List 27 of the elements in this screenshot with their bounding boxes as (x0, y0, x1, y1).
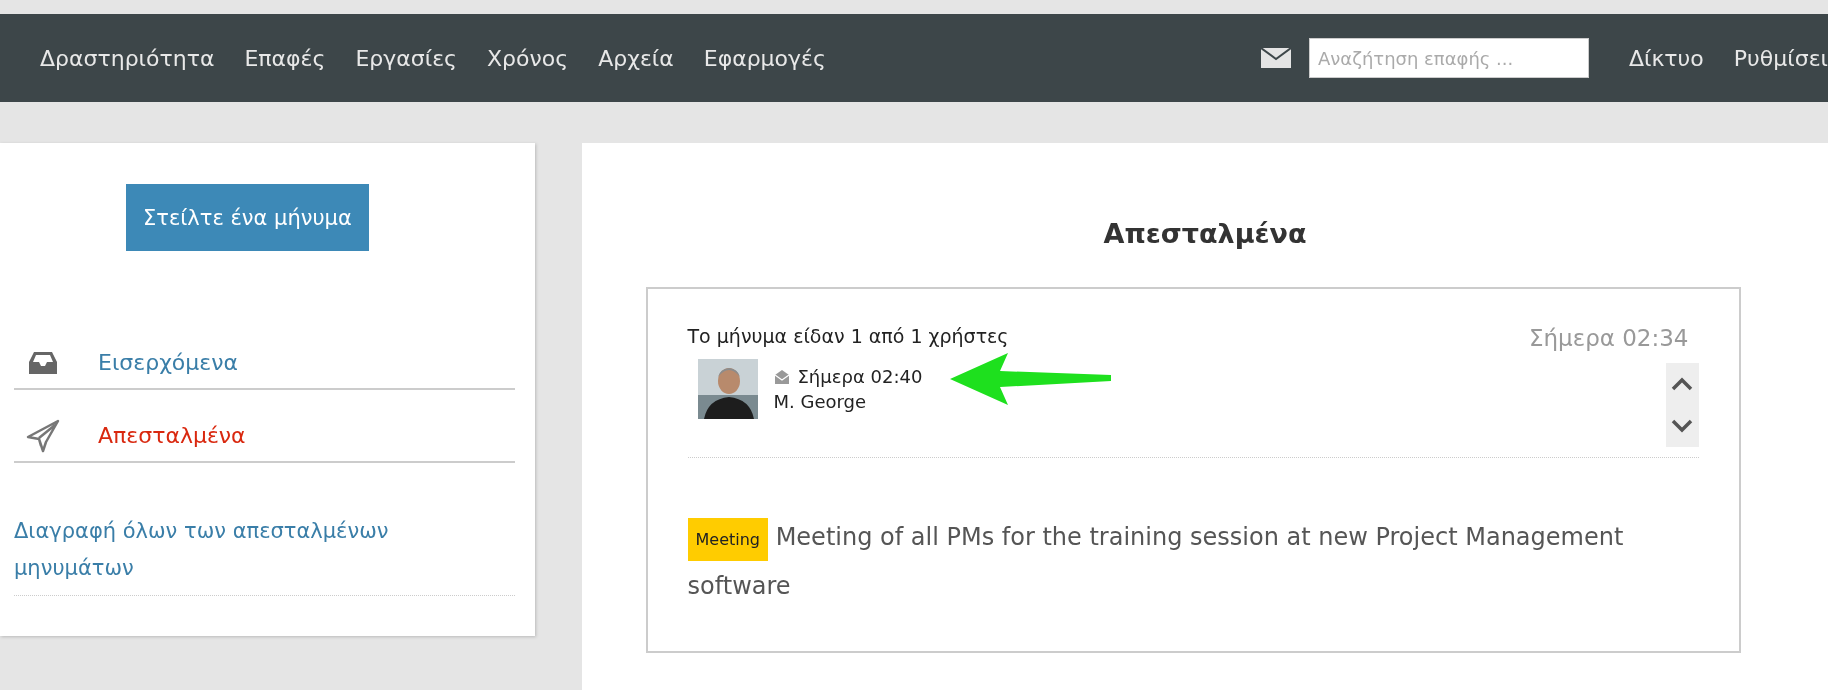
message-date: Σήμερα 02:34 (1528, 325, 1689, 351)
folder-link[interactable]: Εισερχόμενα (98, 350, 238, 375)
mail-icon[interactable] (1260, 48, 1291, 68)
read-time: Σήμερα 02:40 (797, 366, 923, 387)
folder-link[interactable]: Απεσταλμένα (98, 423, 246, 448)
opened-envelope-icon (773, 368, 790, 385)
nav-link[interactable]: Δίκτυο (1628, 45, 1704, 71)
nav-link[interactable]: Ρυθμίσει (1733, 45, 1828, 71)
nav-link[interactable]: Δραστηριότητα (40, 45, 215, 71)
inbox-tray-icon (26, 349, 60, 376)
chevron-down-icon[interactable] (1670, 418, 1694, 434)
nav-link[interactable]: Χρόνος (487, 45, 569, 71)
search-field[interactable]: Αναζήτηση επαφής ... (1308, 38, 1589, 78)
nav-link[interactable]: Εφαρμογές (703, 45, 826, 71)
send-message-button[interactable]: Στείλτε ένα μήνυμα (126, 184, 369, 251)
read-status-text: Το μήνυμα είδαν 1 από 1 χρήστες (687, 325, 1010, 347)
nav-link[interactable]: Επαφές (244, 45, 326, 71)
recipient-name: M. George (773, 391, 868, 412)
chevron-up-icon[interactable] (1670, 376, 1694, 392)
nav-link[interactable]: Αρχεία (598, 45, 674, 71)
tag-label: Meeting (687, 518, 768, 561)
nav-link[interactable]: Εργασίες (355, 45, 457, 71)
delete-all-sent-link[interactable]: Διαγραφή όλων των απεσταλμένων μηνυμάτων (14, 513, 474, 587)
message-text: Meeting Meeting of all PMs for the training session at new Project Management software (687, 514, 1699, 609)
page-title: Απεσταλμένα (1103, 218, 1307, 249)
scroll-buttons[interactable] (1665, 363, 1699, 447)
paper-plane-icon (26, 418, 60, 453)
